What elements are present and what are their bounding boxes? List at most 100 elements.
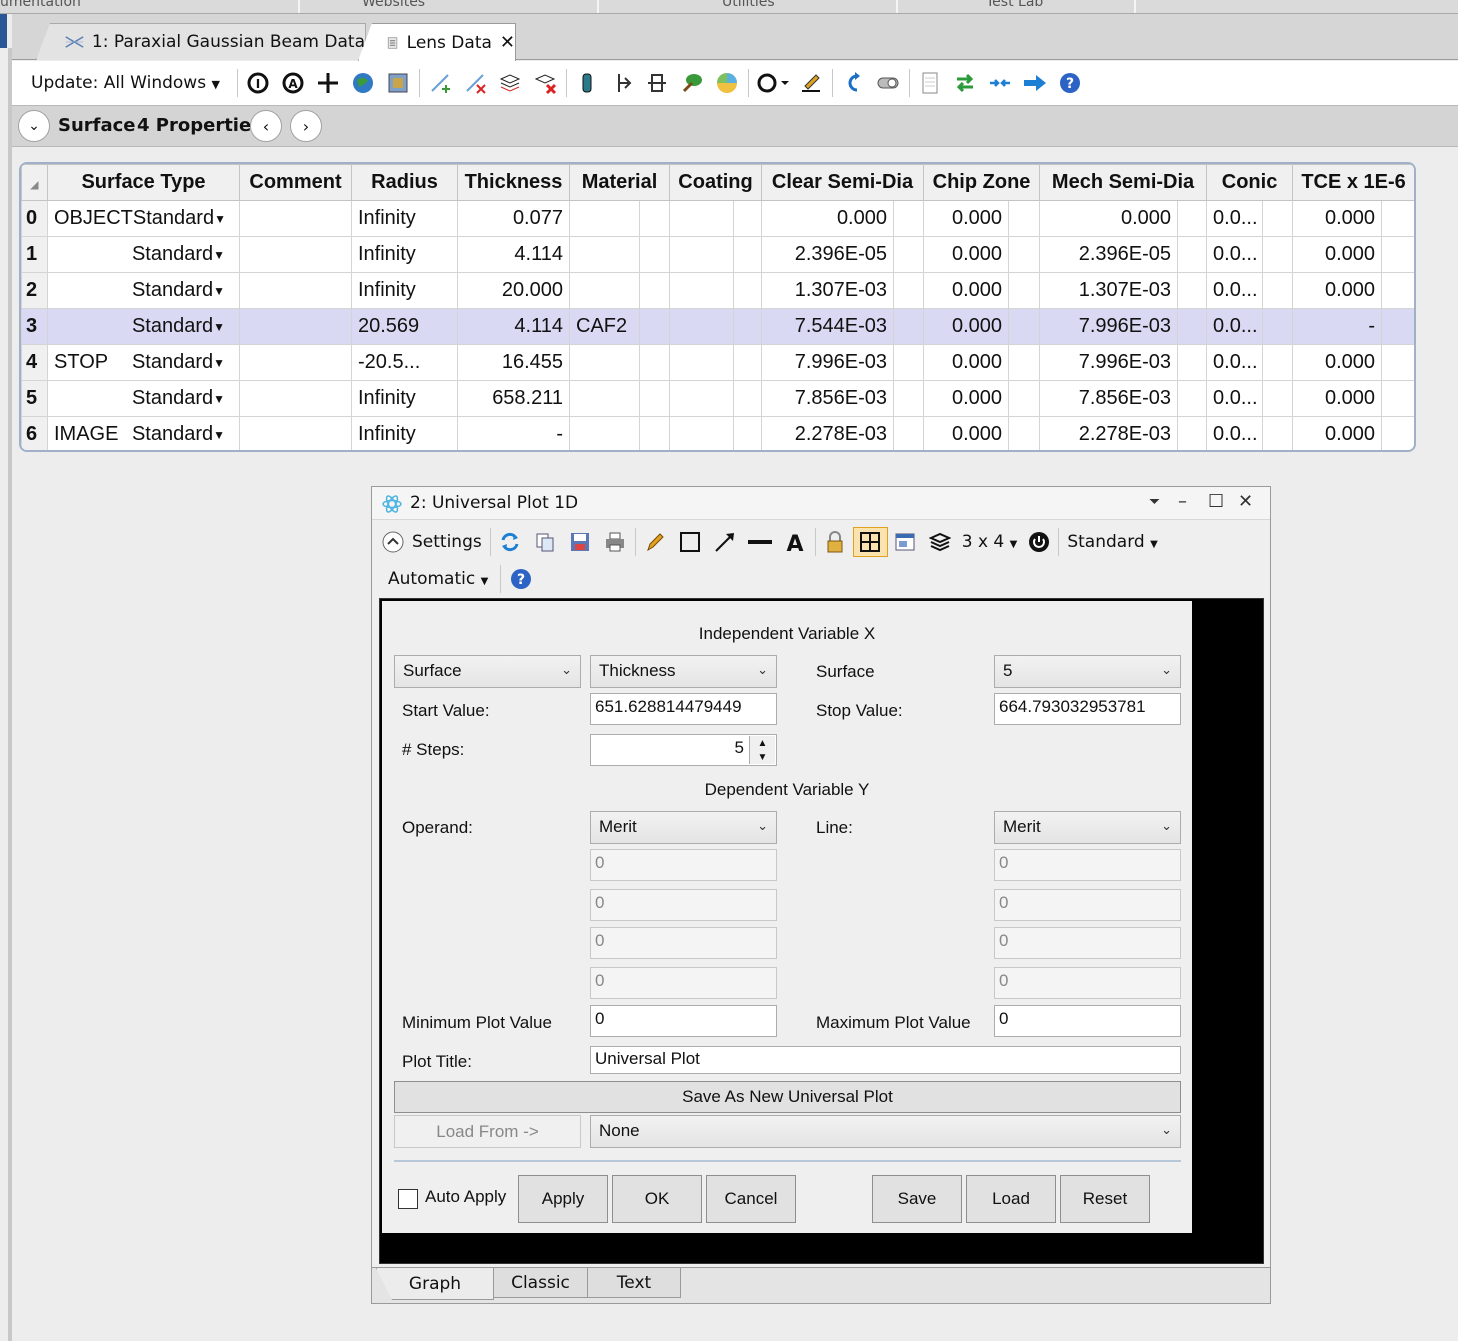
tce-cell[interactable]: 0.000 (1292, 272, 1383, 309)
table-row[interactable]: 4 STOP Standard ▼ -20.5... 16.455 7.996E-03 0.0… (21, 344, 1414, 381)
ribbon-tab-utilities[interactable]: Utilities (722, 0, 775, 10)
color-wheel-icon[interactable] (710, 68, 745, 98)
tce-cell[interactable]: 0.000 (1292, 344, 1383, 381)
mech-solve-cell[interactable] (1177, 200, 1208, 237)
copy-icon[interactable] (528, 527, 563, 557)
coating-solve-cell[interactable] (733, 272, 762, 309)
update-windows-dropdown[interactable]: Update: All Windows ▼ (31, 73, 220, 93)
material-solve-cell[interactable] (639, 200, 670, 237)
line-param-input[interactable]: 0 (994, 927, 1181, 959)
refresh-icon[interactable] (493, 527, 528, 557)
chip-solve-cell[interactable] (1008, 272, 1041, 309)
mech-solve-cell[interactable] (1177, 272, 1208, 309)
mech-cell[interactable]: 2.278E-03 (1039, 416, 1179, 450)
table-row[interactable]: 6 IMAGE Standard ▼ Infinity - 2.278E-03 0.000 2.… (21, 416, 1414, 450)
radius-cell[interactable]: 20.569 (351, 308, 458, 345)
tce-cell[interactable]: 0.000 (1292, 236, 1383, 273)
window-layout-icon[interactable] (888, 527, 923, 557)
surface-type-cell[interactable]: Standard ▼ (47, 236, 240, 273)
window-title-bar[interactable]: 2: Universal Plot 1D ⏷ – ☐ ✕ (372, 487, 1270, 520)
tree-icon[interactable] (675, 68, 710, 98)
operand-param-input[interactable]: 0 (590, 927, 777, 959)
mech-cell[interactable]: 1.307E-03 (1039, 272, 1179, 309)
chip-cell[interactable]: 0.000 (923, 380, 1010, 417)
tce-cell[interactable]: 0.000 (1292, 200, 1383, 237)
column-header[interactable]: Mech Semi-Dia (1039, 164, 1208, 201)
thickness-cell[interactable]: 4.114 (457, 308, 570, 345)
chip-cell[interactable]: 0.000 (923, 416, 1010, 450)
toggle-icon[interactable] (871, 68, 906, 98)
conic-solve-cell[interactable] (1262, 200, 1294, 237)
comment-cell[interactable] (239, 236, 352, 273)
chip-solve-cell[interactable] (1008, 308, 1041, 345)
stop-value-input[interactable]: 664.793032953781 (994, 693, 1181, 725)
independent-category-select[interactable]: Surface ⌄ (394, 655, 581, 688)
reset-button[interactable]: Reset (1060, 1175, 1150, 1223)
decrement-icon[interactable]: ▼ (750, 750, 775, 764)
material-cell[interactable] (569, 416, 640, 450)
rectangle-icon[interactable] (673, 527, 708, 557)
previous-surface-button[interactable]: ‹ (250, 110, 282, 142)
row-number[interactable]: 6 (21, 416, 48, 450)
load-button[interactable]: Load (966, 1175, 1056, 1223)
power-icon[interactable] (1021, 527, 1056, 557)
thickness-cell[interactable]: 20.000 (457, 272, 570, 309)
load-from-button[interactable]: Load From -> (394, 1115, 581, 1148)
tab-text[interactable]: Text (587, 1268, 681, 1298)
conic-cell[interactable]: 0.0... (1206, 272, 1264, 309)
material-solve-cell[interactable] (639, 380, 670, 417)
minimize-button[interactable]: – (1178, 491, 1187, 512)
tce-solve-cell[interactable] (1381, 272, 1414, 309)
layout-dropdown[interactable]: 3 x 4 ▼ (962, 532, 1018, 552)
conic-cell[interactable]: 0.0... (1206, 200, 1264, 237)
undo-icon[interactable] (836, 68, 871, 98)
row-number[interactable]: 1 (21, 236, 48, 273)
coating-cell[interactable] (669, 308, 734, 345)
collapse-settings-icon[interactable] (378, 527, 408, 557)
radius-cell[interactable]: Infinity (351, 416, 458, 450)
print-icon[interactable] (598, 527, 633, 557)
column-header[interactable]: Thickness (457, 164, 570, 201)
tab-lens-data[interactable]: Lens Data ✕ (358, 23, 516, 61)
clear-cell[interactable]: 7.544E-03 (761, 308, 894, 345)
thickness-cell[interactable]: 4.114 (457, 236, 570, 273)
table-row[interactable]: 2 Standard ▼ Infinity 20.000 1.307E-03 0.000 1.… (21, 272, 1414, 309)
thickness-cell[interactable]: 16.455 (457, 344, 570, 381)
material-cell[interactable] (569, 344, 640, 381)
chip-cell[interactable]: 0.000 (923, 236, 1010, 273)
coating-cell[interactable] (669, 416, 734, 450)
arrow-line-icon[interactable] (708, 527, 743, 557)
tce-cell[interactable]: 0.000 (1292, 416, 1383, 450)
help-icon[interactable]: ? (503, 564, 538, 594)
tce-solve-cell[interactable] (1381, 416, 1414, 450)
settings-button[interactable]: Settings (412, 532, 482, 552)
ok-button[interactable]: OK (612, 1175, 702, 1223)
material-cell[interactable] (569, 200, 640, 237)
material-solve-cell[interactable] (639, 308, 670, 345)
tab-paraxial-gaussian-beam[interactable]: 1: Paraxial Gaussian Beam Data (36, 23, 366, 60)
chip-cell[interactable]: 0.000 (923, 200, 1010, 237)
window-menu-icon[interactable]: ⏷ (1149, 494, 1160, 510)
close-button[interactable]: ✕ (1238, 491, 1253, 512)
expand-properties-button[interactable]: ⌄ (18, 110, 50, 142)
conic-cell[interactable]: 0.0... (1206, 308, 1264, 345)
conic-solve-cell[interactable] (1262, 380, 1294, 417)
comment-cell[interactable] (239, 308, 352, 345)
coating-cell[interactable] (669, 272, 734, 309)
comment-cell[interactable] (239, 200, 352, 237)
operand-param-input[interactable]: 0 (590, 967, 777, 999)
mech-cell[interactable]: 7.996E-03 (1039, 308, 1179, 345)
auto-apply-checkbox[interactable] (398, 1189, 418, 1209)
conic-solve-cell[interactable] (1262, 308, 1294, 345)
conic-cell[interactable]: 0.0... (1206, 344, 1264, 381)
comment-cell[interactable] (239, 416, 352, 450)
clear-solve-cell[interactable] (892, 272, 925, 309)
grid-layout-icon[interactable] (852, 527, 888, 557)
scale-dropdown[interactable]: Automatic ▼ (388, 569, 488, 589)
table-row[interactable]: 3 Standard ▼ 20.569 4.114 CAF2 7.544E-03 0.000 7… (21, 308, 1414, 345)
surface-type-cell[interactable]: Standard ▼ (47, 380, 240, 417)
arrow-right-lens-icon[interactable] (605, 68, 640, 98)
coating-solve-cell[interactable] (733, 236, 762, 273)
clear-cell[interactable]: 2.278E-03 (761, 416, 894, 450)
steps-input[interactable]: 5 ▲ ▼ (590, 734, 777, 766)
